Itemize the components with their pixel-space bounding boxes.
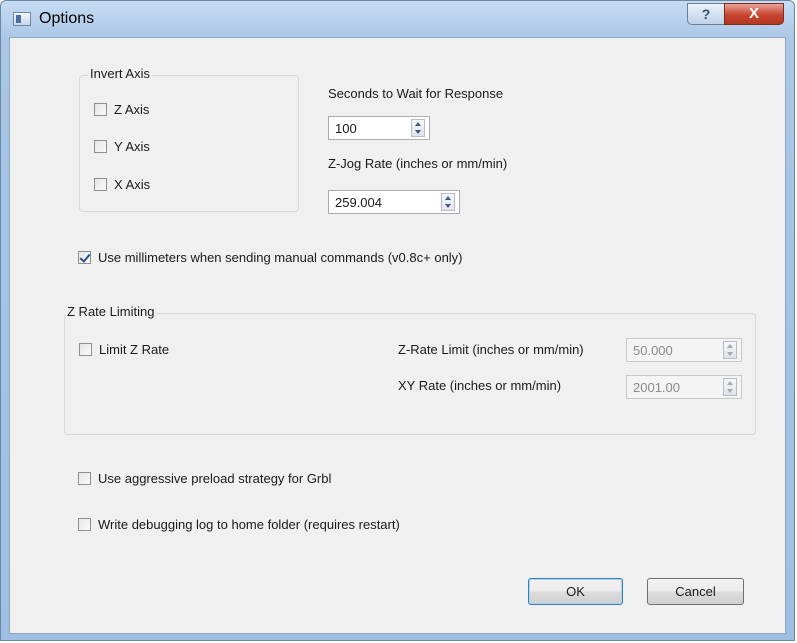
- spin-arrows-icon[interactable]: [411, 119, 425, 137]
- debug-log-checkbox-row[interactable]: Write debugging log to home folder (requ…: [78, 517, 400, 532]
- invert-axis-group: Invert Axis Z Axis Y Axis X Axis: [79, 66, 299, 212]
- preload-checkbox-row[interactable]: Use aggressive preload strategy for Grbl: [78, 471, 331, 486]
- options-dialog: Options ? X Invert Axis Z Axis Y Axis X …: [0, 0, 795, 641]
- close-button[interactable]: X: [724, 3, 784, 25]
- y-axis-checkbox-row[interactable]: Y Axis: [94, 139, 150, 154]
- zrate-limit-label: Z-Rate Limit (inches or mm/min): [398, 342, 584, 357]
- limit-z-rate-checkbox[interactable]: [79, 343, 92, 356]
- z-axis-label: Z Axis: [114, 102, 150, 117]
- cancel-button[interactable]: Cancel: [647, 578, 744, 605]
- spin-arrows-icon[interactable]: [441, 193, 455, 211]
- response-wait-label: Seconds to Wait for Response: [328, 86, 504, 101]
- z-rate-limiting-title: Z Rate Limiting: [65, 304, 157, 319]
- debug-log-label: Write debugging log to home folder (requ…: [98, 517, 400, 532]
- response-wait-value: 100: [335, 121, 357, 136]
- use-mm-checkbox[interactable]: [78, 251, 91, 264]
- app-icon: [13, 12, 31, 26]
- zjog-rate-label: Z-Jog Rate (inches or mm/min): [328, 156, 508, 171]
- xy-rate-label: XY Rate (inches or mm/min): [398, 378, 562, 393]
- z-axis-checkbox-row[interactable]: Z Axis: [94, 102, 149, 117]
- x-axis-label: X Axis: [114, 177, 151, 192]
- xy-rate-spinbox[interactable]: 2001.00: [626, 375, 742, 399]
- debug-log-checkbox[interactable]: [78, 518, 91, 531]
- limit-z-rate-label: Limit Z Rate: [99, 342, 170, 357]
- z-rate-limiting-group: Z Rate Limiting Limit Z Rate Z-Rate Limi…: [64, 304, 756, 435]
- y-axis-checkbox[interactable]: [94, 140, 107, 153]
- x-axis-checkbox[interactable]: [94, 178, 107, 191]
- title-bar[interactable]: Options ? X: [1, 1, 794, 37]
- dialog-body: Invert Axis Z Axis Y Axis X Axis Seconds…: [9, 37, 786, 634]
- preload-checkbox[interactable]: [78, 472, 91, 485]
- spin-arrows-icon[interactable]: [723, 341, 737, 359]
- xy-rate-value: 2001.00: [633, 380, 680, 395]
- y-axis-label: Y Axis: [114, 139, 150, 154]
- use-mm-label: Use millimeters when sending manual comm…: [98, 250, 463, 265]
- zrate-limit-value: 50.000: [633, 343, 673, 358]
- zjog-rate-spinbox[interactable]: 259.004: [328, 190, 460, 214]
- z-axis-checkbox[interactable]: [94, 103, 107, 116]
- response-wait-spinbox[interactable]: 100: [328, 116, 430, 140]
- spin-arrows-icon[interactable]: [723, 378, 737, 396]
- limit-z-rate-checkbox-row[interactable]: Limit Z Rate: [79, 342, 169, 357]
- window-title: Options: [39, 10, 95, 27]
- x-axis-checkbox-row[interactable]: X Axis: [94, 177, 150, 192]
- ok-button[interactable]: OK: [528, 578, 623, 605]
- invert-axis-title: Invert Axis: [88, 66, 152, 81]
- preload-label: Use aggressive preload strategy for Grbl: [98, 471, 332, 486]
- zrate-limit-spinbox[interactable]: 50.000: [626, 338, 742, 362]
- zjog-rate-value: 259.004: [335, 195, 382, 210]
- use-mm-checkbox-row[interactable]: Use millimeters when sending manual comm…: [78, 250, 463, 265]
- help-button[interactable]: ?: [687, 3, 725, 25]
